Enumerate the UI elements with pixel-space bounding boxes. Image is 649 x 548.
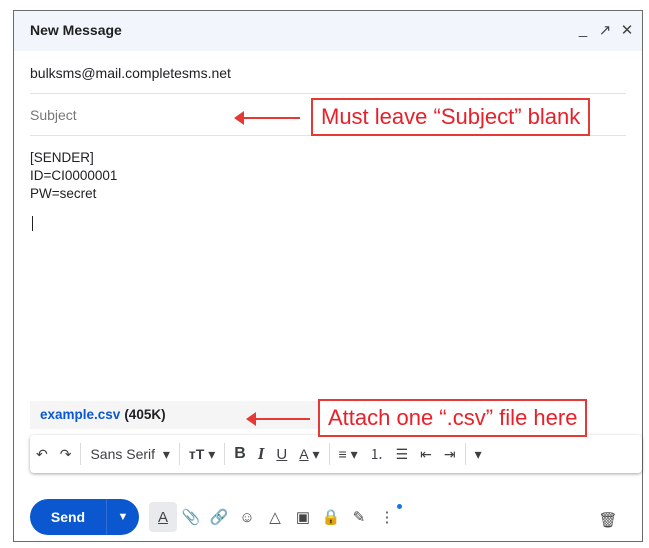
discard-draft-icon[interactable]: 🗑 (594, 505, 622, 535)
chevron-down-icon: ▾ (350, 445, 358, 462)
formatting-options-icon[interactable]: A (149, 502, 177, 532)
compose-titlebar: New Message _ ↗ ✕ (14, 11, 642, 51)
annotation-arrow (234, 111, 300, 125)
send-button-group: Send ▼ (30, 499, 139, 535)
chevron-down-icon: ▾ (208, 445, 216, 462)
more-options-glyph: ⋮ (379, 509, 395, 526)
bold-button[interactable]: B (228, 439, 252, 469)
window-controls: _ ↗ ✕ (576, 21, 634, 39)
align-button[interactable]: ≡ ▾ (333, 439, 364, 469)
font-label: Sans Serif (90, 446, 156, 462)
font-select[interactable]: Sans Serif ▾ (84, 439, 175, 469)
attach-file-icon[interactable]: 📎 (177, 502, 205, 532)
compose-window: New Message _ ↗ ✕ bulksms@mail.completes… (13, 10, 643, 542)
compose-bottom-bar: Send ▼ A 📎 🔗 ☺ △ ▣ 🔒 ✎ ⋮ 🗑 (30, 497, 626, 537)
drive-icon[interactable]: △ (261, 502, 289, 532)
popout-icon[interactable]: ↗ (598, 21, 612, 39)
indent-less-icon[interactable]: ⇤ (414, 439, 438, 469)
redo-icon[interactable]: ↷ (54, 439, 78, 469)
toolbar-divider (224, 443, 226, 465)
signature-icon[interactable]: ✎ (345, 502, 373, 532)
indent-more-icon[interactable]: ⇥ (438, 439, 462, 469)
minimize-icon[interactable]: _ (576, 21, 590, 39)
toolbar-divider (328, 443, 330, 465)
attachment-size: (405K) (124, 407, 166, 422)
more-formatting-icon[interactable]: ▾ (469, 439, 488, 469)
underline-button[interactable]: U (270, 439, 293, 469)
numbered-list-icon[interactable]: ⒈ (364, 439, 390, 469)
text-color-button[interactable]: A ▾ (293, 439, 325, 469)
annotation-attach-note: Attach one “.csv” file here (318, 399, 588, 437)
body-line: [SENDER] (30, 150, 94, 165)
message-body[interactable]: [SENDER] ID=CI0000001 PW=secret (30, 149, 117, 203)
body-line: PW=secret (30, 186, 97, 201)
toolbar-divider (178, 443, 180, 465)
emoji-icon[interactable]: ☺ (233, 502, 261, 532)
toolbar-divider (464, 443, 466, 465)
annotation-arrow (246, 412, 310, 426)
compose-title: New Message (30, 22, 122, 38)
formatting-toolbar: ↶ ↷ Sans Serif ▾ тT ▾ B I U A ▾ ≡ ▾ ⒈ ☰ … (30, 435, 642, 473)
bulleted-list-icon[interactable]: ☰ (390, 439, 415, 469)
confidential-mode-icon[interactable]: 🔒 (317, 502, 345, 532)
body-line: ID=CI0000001 (30, 168, 118, 183)
insert-link-icon[interactable]: 🔗 (205, 502, 233, 532)
font-size-button[interactable]: тT ▾ (183, 439, 221, 469)
to-field[interactable]: bulksms@mail.completesms.net (30, 53, 626, 94)
text-color-icon: A (299, 446, 309, 462)
send-button[interactable]: Send (30, 499, 106, 535)
toolbar-divider (80, 443, 82, 465)
send-options-icon[interactable]: ▼ (106, 499, 139, 535)
close-icon[interactable]: ✕ (620, 21, 634, 39)
notification-dot (397, 504, 402, 509)
align-icon: ≡ (338, 446, 347, 462)
insert-photo-icon[interactable]: ▣ (289, 502, 317, 532)
attachment-name[interactable]: example.csv (40, 407, 120, 422)
chevron-down-icon: ▾ (162, 445, 170, 462)
chevron-down-icon: ▾ (312, 445, 320, 462)
text-cursor (32, 216, 33, 231)
more-options-icon[interactable]: ⋮ (373, 502, 402, 532)
annotation-subject-note: Must leave “Subject” blank (311, 98, 591, 136)
text-size-icon: тT (188, 446, 205, 462)
italic-button[interactable]: I (252, 439, 271, 469)
undo-icon[interactable]: ↶ (30, 439, 54, 469)
